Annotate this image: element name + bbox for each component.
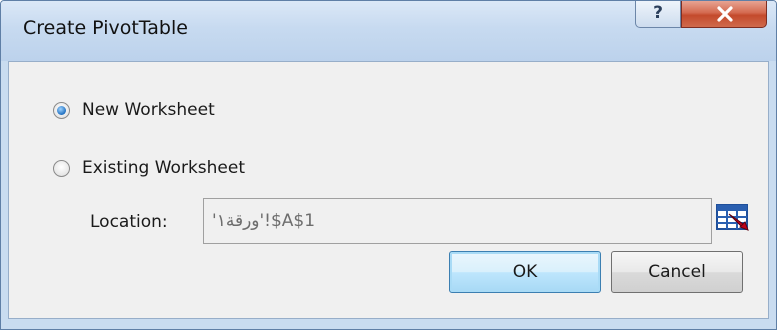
new-worksheet-option[interactable]: New Worksheet [53, 98, 215, 122]
location-input[interactable] [203, 198, 712, 244]
collapse-dialog-button[interactable] [715, 203, 751, 233]
new-worksheet-radio[interactable] [53, 101, 70, 119]
existing-worksheet-option[interactable]: Existing Worksheet [53, 156, 245, 180]
help-button[interactable]: ? [635, 1, 681, 28]
close-icon [717, 6, 733, 22]
cancel-button[interactable]: Cancel [611, 251, 743, 293]
new-worksheet-label: New Worksheet [82, 100, 215, 120]
location-label: Location: [90, 212, 168, 232]
collapse-dialog-icon [716, 204, 749, 231]
existing-worksheet-radio[interactable] [53, 159, 70, 177]
create-pivottable-dialog: Create PivotTable ? New Worksheet Existi… [0, 0, 777, 330]
existing-worksheet-label: Existing Worksheet [82, 158, 246, 178]
ok-button[interactable]: OK [449, 251, 601, 293]
dialog-body: New Worksheet Existing Worksheet Locatio… [8, 61, 769, 319]
dialog-title: Create PivotTable [23, 17, 188, 39]
question-mark-icon: ? [653, 3, 663, 23]
close-button[interactable] [681, 1, 767, 28]
